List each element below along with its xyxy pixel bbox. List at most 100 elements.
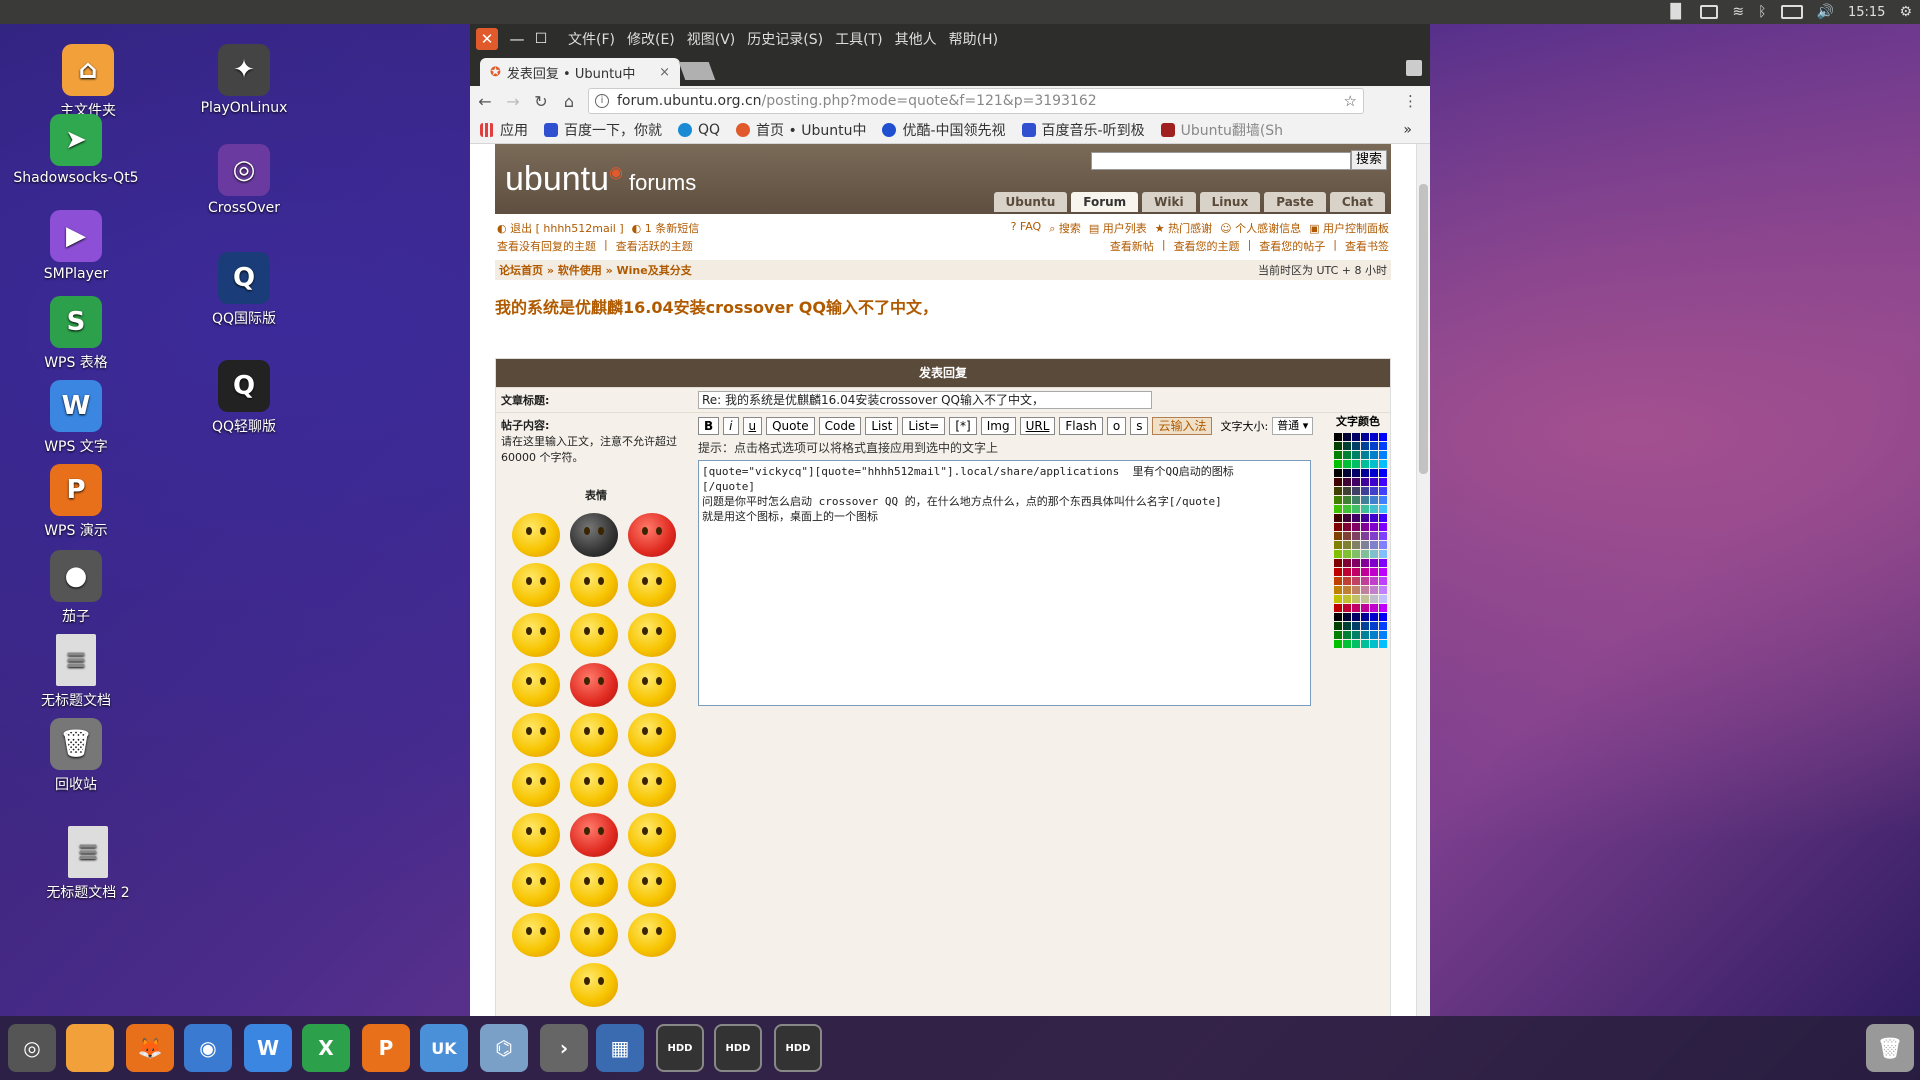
smiley-icon[interactable] bbox=[570, 963, 618, 1007]
color-swatch[interactable] bbox=[1379, 469, 1387, 477]
color-swatch[interactable] bbox=[1343, 541, 1351, 549]
reload-icon[interactable]: ↻ bbox=[528, 92, 554, 111]
forum-logo[interactable]: ubuntu◉ forums bbox=[505, 160, 696, 199]
color-swatch[interactable] bbox=[1370, 505, 1378, 513]
color-swatch[interactable] bbox=[1352, 622, 1360, 630]
color-swatch[interactable] bbox=[1334, 541, 1342, 549]
color-swatch[interactable] bbox=[1379, 487, 1387, 495]
color-swatch[interactable] bbox=[1379, 622, 1387, 630]
color-swatch[interactable] bbox=[1379, 559, 1387, 567]
color-swatch[interactable] bbox=[1370, 523, 1378, 531]
color-swatch[interactable] bbox=[1352, 478, 1360, 486]
color-swatch[interactable] bbox=[1334, 442, 1342, 450]
color-swatch[interactable] bbox=[1370, 478, 1378, 486]
active-topics-link[interactable]: 查看活跃的主题 bbox=[616, 238, 693, 254]
color-swatch[interactable] bbox=[1361, 460, 1369, 468]
color-swatch[interactable] bbox=[1334, 469, 1342, 477]
smiley-icon[interactable] bbox=[570, 563, 618, 607]
color-swatch[interactable] bbox=[1370, 586, 1378, 594]
color-swatch[interactable] bbox=[1334, 613, 1342, 621]
desktop-icon[interactable]: Q QQ国际版 bbox=[174, 252, 314, 328]
s-button[interactable]: s bbox=[1130, 417, 1149, 435]
color-swatch[interactable] bbox=[1343, 613, 1351, 621]
smiley-icon[interactable] bbox=[628, 713, 676, 757]
cloud-ime-button[interactable]: 云输入法 bbox=[1152, 417, 1213, 435]
tab-wiki[interactable]: Wiki bbox=[1142, 192, 1196, 212]
color-swatch[interactable] bbox=[1370, 451, 1378, 459]
color-swatch[interactable] bbox=[1343, 451, 1351, 459]
wps-writer-icon[interactable]: W bbox=[244, 1024, 292, 1072]
color-swatch[interactable] bbox=[1343, 514, 1351, 522]
wps-spreadsheet-icon[interactable]: X bbox=[302, 1024, 350, 1072]
color-swatch[interactable] bbox=[1370, 496, 1378, 504]
forward-icon[interactable]: → bbox=[500, 92, 526, 111]
menu-other-people[interactable]: 其他人 bbox=[895, 29, 937, 49]
color-swatch[interactable] bbox=[1343, 487, 1351, 495]
smiley-icon[interactable] bbox=[570, 663, 618, 707]
smiley-icon[interactable] bbox=[628, 913, 676, 957]
wps-presentation-icon[interactable]: P bbox=[362, 1024, 410, 1072]
color-swatch[interactable] bbox=[1379, 604, 1387, 612]
color-swatch[interactable] bbox=[1343, 433, 1351, 441]
faq-link[interactable]: ? FAQ bbox=[1011, 220, 1042, 236]
smiley-icon[interactable] bbox=[628, 513, 676, 557]
color-swatch[interactable] bbox=[1352, 613, 1360, 621]
desktop-icon[interactable]: 🗑 回收站 bbox=[6, 718, 146, 794]
wifi-icon[interactable]: ≋ bbox=[1732, 4, 1744, 20]
color-swatch[interactable] bbox=[1352, 640, 1360, 648]
thanks-info-link[interactable]: ☺ 个人感谢信息 bbox=[1220, 220, 1301, 236]
color-swatch[interactable] bbox=[1352, 604, 1360, 612]
smiley-icon[interactable] bbox=[512, 513, 560, 557]
color-swatch[interactable] bbox=[1334, 640, 1342, 648]
color-swatch[interactable] bbox=[1370, 550, 1378, 558]
clock[interactable]: 15:15 bbox=[1848, 5, 1885, 20]
color-swatch[interactable] bbox=[1361, 478, 1369, 486]
bold-button[interactable]: B bbox=[698, 417, 720, 435]
menu-edit[interactable]: 修改(E) bbox=[627, 29, 675, 49]
smiley-icon[interactable] bbox=[512, 813, 560, 857]
color-swatch[interactable] bbox=[1361, 514, 1369, 522]
desktop-icon[interactable]: ● 茄子 bbox=[6, 550, 146, 626]
ubuntu-dash-icon[interactable]: ◎ bbox=[8, 1024, 56, 1072]
color-swatch[interactable] bbox=[1334, 478, 1342, 486]
color-swatch[interactable] bbox=[1352, 532, 1360, 540]
color-swatch[interactable] bbox=[1343, 478, 1351, 486]
color-swatch[interactable] bbox=[1370, 577, 1378, 585]
tab-paste[interactable]: Paste bbox=[1264, 192, 1326, 212]
color-swatch[interactable] bbox=[1343, 505, 1351, 513]
smiley-icon[interactable] bbox=[570, 713, 618, 757]
color-swatch[interactable] bbox=[1370, 631, 1378, 639]
code-button[interactable]: Code bbox=[818, 417, 862, 435]
smiley-icon[interactable] bbox=[628, 613, 676, 657]
files-icon[interactable] bbox=[66, 1024, 114, 1072]
color-swatch[interactable] bbox=[1334, 577, 1342, 585]
breadcrumb[interactable]: 论坛首页 » 软件使用 » Wine及其分支 bbox=[499, 262, 692, 278]
bluetooth-icon[interactable]: ᛒ bbox=[1758, 4, 1766, 20]
color-swatch[interactable] bbox=[1334, 505, 1342, 513]
color-swatch[interactable] bbox=[1352, 523, 1360, 531]
img-button[interactable]: Img bbox=[980, 417, 1016, 435]
color-swatch[interactable] bbox=[1352, 631, 1360, 639]
color-swatch[interactable] bbox=[1361, 604, 1369, 612]
workspace-switcher-icon[interactable]: ▦ bbox=[596, 1024, 644, 1072]
color-swatch[interactable] bbox=[1352, 550, 1360, 558]
color-swatch[interactable] bbox=[1352, 487, 1360, 495]
smiley-icon[interactable] bbox=[512, 863, 560, 907]
color-swatch[interactable] bbox=[1352, 559, 1360, 567]
smiley-icon[interactable] bbox=[570, 813, 618, 857]
color-swatch[interactable] bbox=[1379, 460, 1387, 468]
color-swatch[interactable] bbox=[1343, 577, 1351, 585]
underline-button[interactable]: u bbox=[742, 417, 763, 435]
color-swatch[interactable] bbox=[1343, 550, 1351, 558]
color-swatch[interactable] bbox=[1370, 514, 1378, 522]
color-swatch[interactable] bbox=[1334, 568, 1342, 576]
color-swatch[interactable] bbox=[1379, 550, 1387, 558]
bookmarks-overflow-icon[interactable]: » bbox=[1403, 122, 1412, 138]
smiley-icon[interactable] bbox=[628, 863, 676, 907]
color-swatch[interactable] bbox=[1379, 442, 1387, 450]
color-swatch[interactable] bbox=[1361, 595, 1369, 603]
desktop-icon[interactable]: W WPS 文字 bbox=[6, 380, 146, 456]
color-swatch[interactable] bbox=[1352, 469, 1360, 477]
smiley-icon[interactable] bbox=[570, 613, 618, 657]
color-swatch[interactable] bbox=[1379, 451, 1387, 459]
